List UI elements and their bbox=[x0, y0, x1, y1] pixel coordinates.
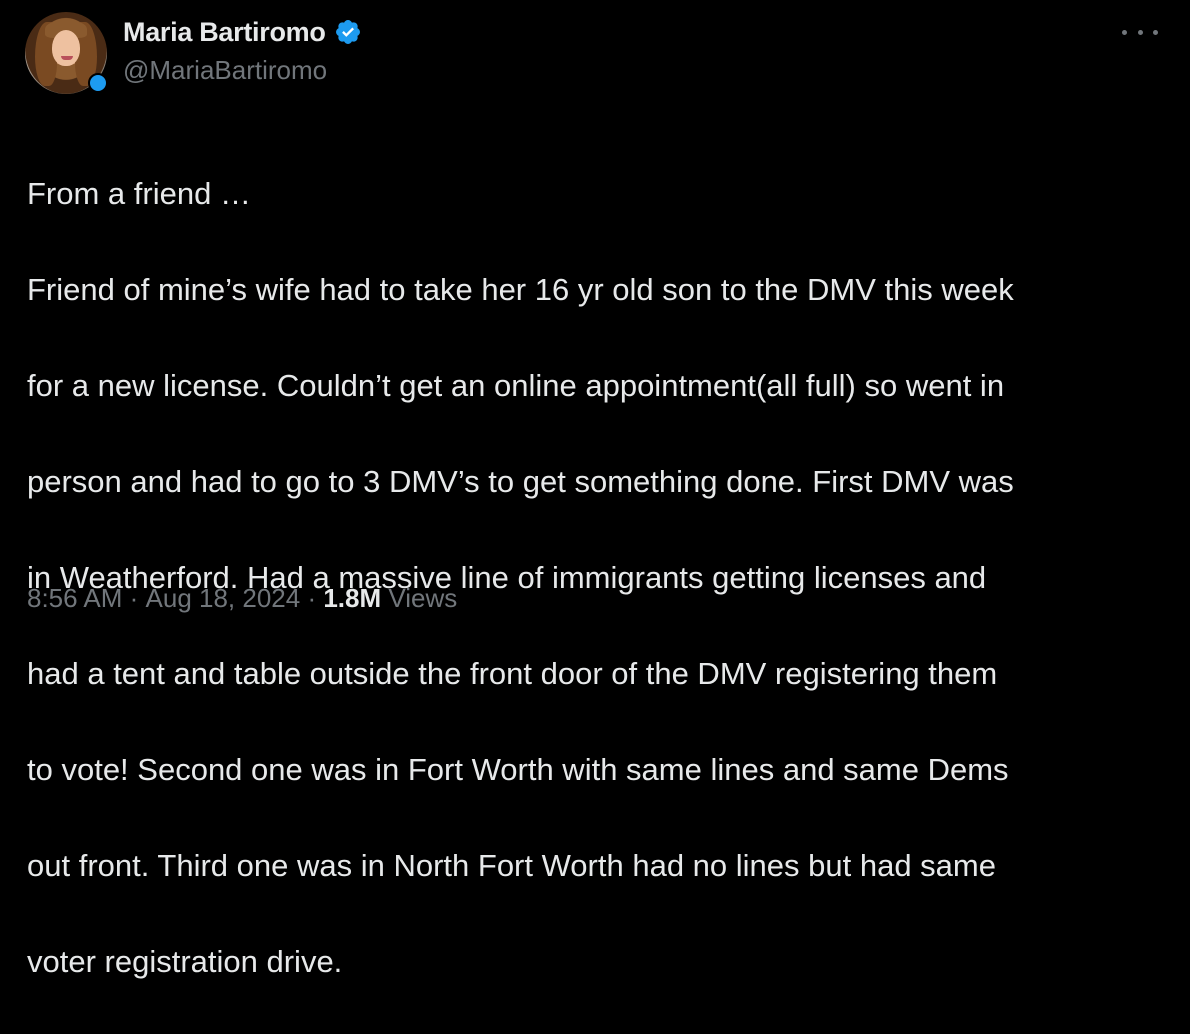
tweet-text: From a friend … Friend of mine’s wife ha… bbox=[27, 122, 1167, 1034]
views-count[interactable]: 1.8M bbox=[323, 583, 381, 614]
tweet-date[interactable]: Aug 18, 2024 bbox=[146, 583, 301, 614]
more-dot bbox=[1137, 29, 1143, 35]
tweet-line: From a friend … bbox=[27, 176, 251, 211]
more-dot bbox=[1153, 29, 1158, 35]
tweet-line: person and had to go to 3 DMV’s to get s… bbox=[27, 464, 1014, 499]
views-spacer bbox=[381, 583, 388, 614]
views-label[interactable]: Views bbox=[388, 583, 457, 614]
meta-separator: · bbox=[122, 583, 146, 613]
author-display-name[interactable]: Maria Bartiromo bbox=[123, 17, 326, 48]
tweet-line: Friend of mine’s wife had to take her 16… bbox=[27, 272, 1014, 307]
tweet-meta: 8:56 AM · Aug 18, 2024 · 1.8M Views bbox=[27, 583, 457, 614]
tweet-line: voter registration drive. bbox=[27, 944, 343, 979]
avatar-face bbox=[52, 30, 80, 66]
more-options-icon[interactable] bbox=[1122, 22, 1158, 42]
meta-separator: · bbox=[300, 583, 324, 613]
avatar-verified-badge-icon bbox=[88, 73, 108, 93]
verified-badge-icon bbox=[335, 20, 360, 44]
tweet-time[interactable]: 8:56 AM bbox=[27, 583, 122, 614]
tweet-line: to vote! Second one was in Fort Worth wi… bbox=[27, 752, 1009, 787]
tweet-line: had a tent and table outside the front d… bbox=[27, 656, 998, 691]
author-handle[interactable]: @MariaBartiromo bbox=[123, 55, 327, 86]
tweet: Maria Bartiromo @MariaBartiromo From a f… bbox=[0, 0, 1190, 979]
tweet-line: for a new license. Couldn’t get an onlin… bbox=[27, 368, 1005, 403]
author-name-row: Maria Bartiromo bbox=[123, 14, 362, 50]
more-dot bbox=[1122, 29, 1127, 35]
tweet-line: out front. Third one was in North Fort W… bbox=[27, 848, 996, 883]
